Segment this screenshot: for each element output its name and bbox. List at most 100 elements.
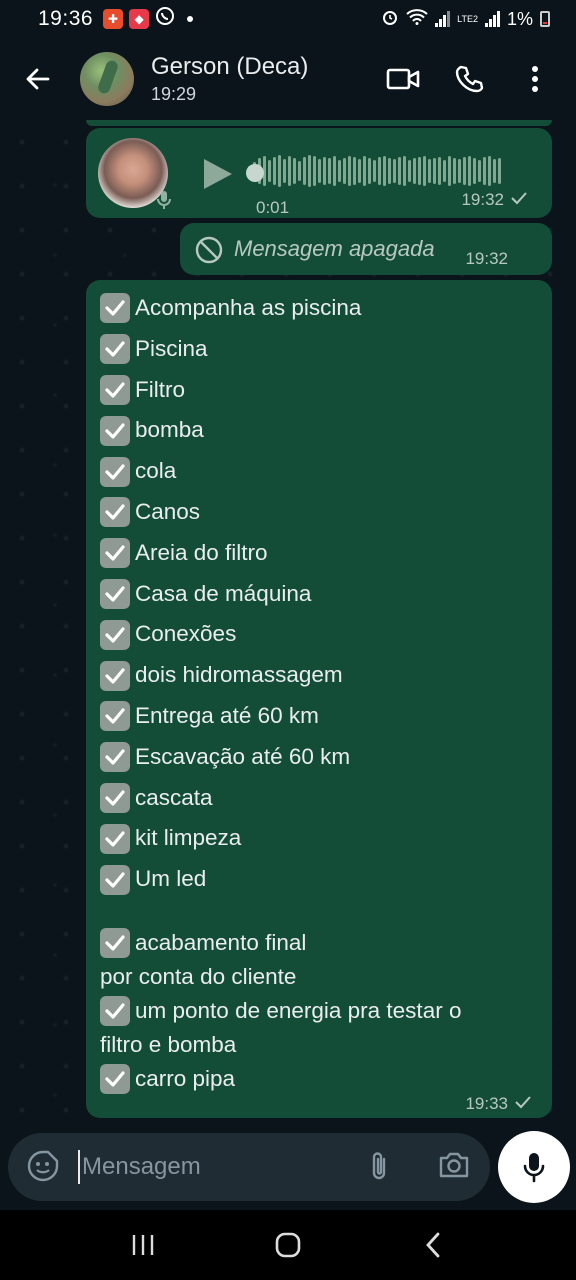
checklist-item-text: cola bbox=[135, 458, 177, 484]
previous-message-bubble[interactable] bbox=[86, 120, 552, 126]
checklist-item: dois hidromassagem bbox=[100, 655, 540, 696]
checkbox-icon bbox=[100, 415, 130, 446]
waveform-bar bbox=[268, 160, 271, 182]
waveform-bar bbox=[393, 159, 396, 183]
notification-app-icon: ✚ bbox=[103, 9, 124, 29]
voice-message-bubble[interactable]: 0:01 19:32 bbox=[86, 128, 552, 218]
message-meta: 19:32 bbox=[465, 249, 508, 269]
message-meta: 19:33 bbox=[465, 1094, 532, 1114]
checklist-message-bubble[interactable]: Acompanha as piscina Piscina Filtro bomba co… bbox=[86, 280, 552, 1118]
waveform-bar bbox=[323, 157, 326, 185]
contact-last-seen: 19:29 bbox=[151, 84, 197, 104]
checklist-item: Acompanha as piscina bbox=[100, 288, 540, 329]
checklist-item-text: Canos bbox=[135, 498, 201, 524]
checklist-item: acabamento final bbox=[100, 926, 540, 960]
checklist-item-text: cascata bbox=[135, 784, 213, 810]
back-icon[interactable] bbox=[413, 1225, 453, 1265]
checklist-item: carro pipa bbox=[100, 1062, 540, 1096]
voice-record-button[interactable] bbox=[498, 1131, 570, 1203]
blocked-icon bbox=[194, 235, 224, 265]
message-composer: Mensagem bbox=[8, 1133, 490, 1201]
video-call-icon[interactable] bbox=[384, 60, 422, 98]
play-icon[interactable] bbox=[198, 156, 234, 192]
message-input[interactable]: Mensagem bbox=[78, 1150, 364, 1184]
checklist-item-text: Acompanha as piscina bbox=[135, 295, 362, 320]
signal-icon bbox=[484, 11, 500, 27]
checklist-item: Filtro bbox=[100, 370, 540, 411]
checklist-item: Piscina bbox=[100, 329, 540, 370]
checklist-item-continuation: filtro e bomba bbox=[100, 1031, 237, 1057]
text-caret bbox=[78, 1150, 80, 1184]
checkbox-icon bbox=[100, 497, 130, 528]
contact-avatar[interactable] bbox=[80, 52, 134, 106]
checklist-item: kit limpeza bbox=[100, 818, 540, 859]
checkbox-icon bbox=[100, 293, 130, 324]
mic-icon bbox=[152, 188, 176, 212]
waveform-bar bbox=[303, 157, 306, 185]
checklist-item-text: dois hidromassagem bbox=[135, 662, 343, 688]
camera-icon[interactable] bbox=[438, 1151, 470, 1183]
checklist-item: Conexões bbox=[100, 614, 540, 655]
checklist-item-text: carro pipa bbox=[135, 1065, 236, 1091]
waveform-bar bbox=[388, 158, 391, 184]
checkbox-icon bbox=[100, 456, 130, 487]
checkbox-icon bbox=[100, 823, 130, 854]
checklist-item: um ponto de energia pra testar o bbox=[100, 994, 540, 1028]
waveform-bar bbox=[368, 158, 371, 184]
waveform-bar bbox=[298, 161, 301, 181]
more-vertical-icon[interactable] bbox=[516, 60, 554, 98]
sent-check-icon bbox=[510, 190, 528, 210]
message-meta: 19:32 bbox=[461, 190, 528, 210]
checklist-item: Um led bbox=[100, 859, 540, 900]
audio-scrubber[interactable] bbox=[246, 164, 264, 182]
checkbox-icon bbox=[100, 578, 130, 609]
checklist-item-continuation: por conta do cliente bbox=[100, 963, 297, 989]
waveform-bar bbox=[433, 158, 436, 184]
chat-area[interactable]: 0:01 19:32 Mensagem apagada 19:32 Acompa… bbox=[0, 120, 576, 1130]
checklist-item-text: Conexões bbox=[135, 621, 237, 647]
checklist-item-text: bomba bbox=[135, 417, 204, 443]
battery-percent: 1% bbox=[506, 8, 533, 29]
message-placeholder: Mensagem bbox=[82, 1153, 201, 1180]
checklist-item-text: Areia do filtro bbox=[135, 539, 268, 565]
waveform-bar bbox=[428, 159, 431, 183]
waveform-bar bbox=[373, 160, 376, 182]
sent-check-icon bbox=[514, 1094, 532, 1114]
status-time: 19:36 bbox=[38, 7, 94, 30]
status-bar: 19:36 ✚ ◆ LTE2 1% bbox=[0, 0, 576, 38]
voice-duration: 0:01 bbox=[256, 198, 290, 217]
checklist-item-text: um ponto de energia pra testar o bbox=[135, 997, 462, 1023]
checklist-item-text: Um led bbox=[135, 866, 207, 892]
audio-waveform[interactable] bbox=[248, 154, 534, 188]
attach-icon[interactable] bbox=[364, 1149, 394, 1185]
checklist-item-text: Casa de máquina bbox=[135, 580, 312, 606]
checklist-body: Acompanha as piscina Piscina Filtro bomba co… bbox=[100, 288, 540, 1096]
contact-info[interactable]: Gerson (Deca) 19:29 bbox=[151, 53, 384, 105]
checkbox-icon bbox=[100, 334, 130, 365]
phone-icon[interactable] bbox=[450, 60, 488, 98]
waveform-bar bbox=[468, 156, 471, 186]
checklist-item-text: acabamento final bbox=[135, 929, 307, 955]
waveform-bar bbox=[308, 155, 311, 187]
recent-apps-icon[interactable] bbox=[123, 1225, 163, 1265]
wifi-icon bbox=[406, 8, 428, 30]
checkbox-icon bbox=[100, 660, 130, 691]
sticker-emoji-icon[interactable] bbox=[26, 1149, 62, 1185]
checklist-item-text: Filtro bbox=[135, 376, 185, 402]
checklist-item: Entrega até 60 km bbox=[100, 696, 540, 737]
waveform-bar bbox=[438, 157, 441, 185]
waveform-bar bbox=[463, 157, 466, 185]
home-icon[interactable] bbox=[268, 1225, 308, 1265]
back-arrow-icon[interactable] bbox=[8, 49, 68, 109]
waveform-bar bbox=[473, 158, 476, 184]
waveform-bar bbox=[458, 159, 461, 183]
deleted-message-bubble[interactable]: Mensagem apagada 19:32 bbox=[180, 223, 552, 275]
checklist-item: cascata bbox=[100, 778, 540, 819]
waveform-bar bbox=[488, 156, 491, 186]
checklist-item-text: Entrega até 60 km bbox=[135, 702, 319, 728]
checklist-item: cola bbox=[100, 451, 540, 492]
waveform-bar bbox=[333, 156, 336, 186]
checkbox-icon bbox=[100, 538, 130, 569]
waveform-bar bbox=[448, 156, 451, 186]
